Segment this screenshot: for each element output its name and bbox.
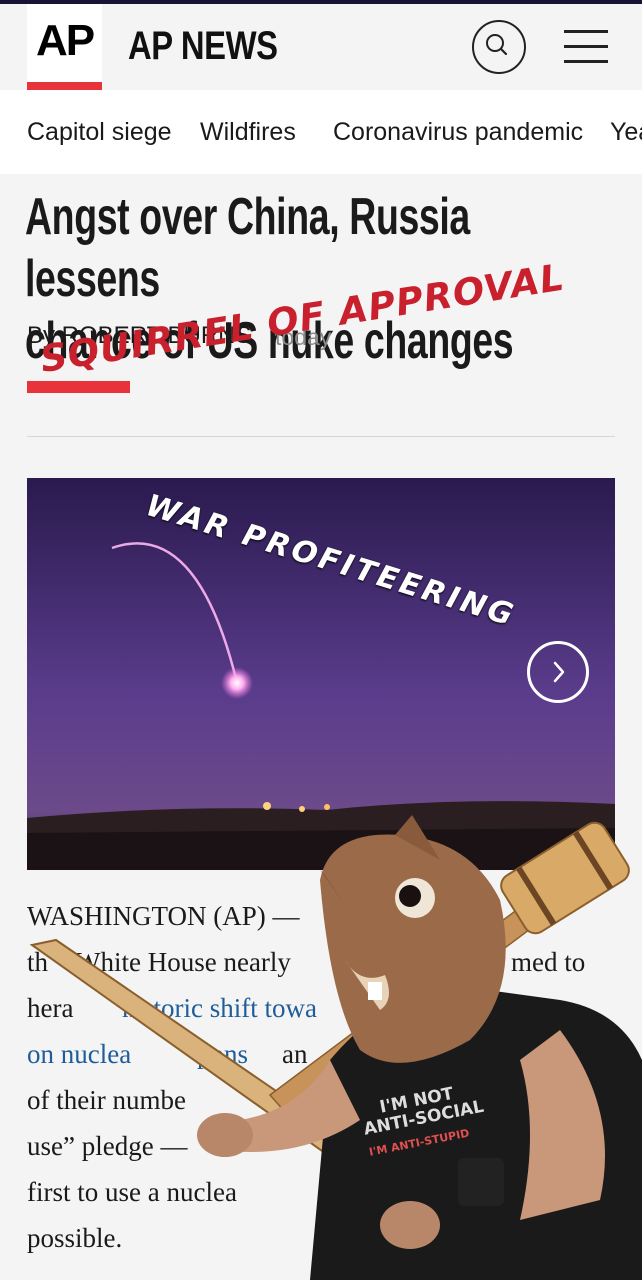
divider xyxy=(27,436,615,437)
accent-bar xyxy=(27,381,130,393)
search-button[interactable] xyxy=(472,20,526,74)
body-text: use” pledge — xyxy=(27,1131,188,1161)
ap-logo[interactable]: AP xyxy=(27,4,102,90)
body-text: first to use a nuclea xyxy=(27,1177,237,1207)
gallery-next-button[interactable] xyxy=(527,641,589,703)
menu-icon-bar xyxy=(564,30,608,33)
nav-item-partial[interactable]: Yea xyxy=(610,118,642,147)
chevron-right-icon xyxy=(553,661,565,683)
ap-logo-text: AP xyxy=(35,16,95,65)
body-text: th xyxy=(27,947,49,977)
article-link[interactable]: historic shift towa xyxy=(122,985,317,1031)
menu-icon-bar xyxy=(564,45,608,48)
nav-item-capitol-siege[interactable]: Capitol siege xyxy=(27,118,172,147)
hamburger-menu-button[interactable] xyxy=(564,28,608,64)
body-line: th White House nearly med to xyxy=(27,939,585,985)
body-text: an xyxy=(282,1039,308,1069)
nav-item-coronavirus[interactable]: Coronavirus pandemic xyxy=(333,118,583,147)
body-line: of their numbe en a xyxy=(27,1077,303,1123)
body-text: en a xyxy=(259,1085,304,1115)
logo-red-underline xyxy=(27,82,102,90)
body-text: possible. xyxy=(27,1223,123,1253)
menu-icon-bar xyxy=(564,60,608,63)
body-line: hera historic shift towa xyxy=(27,985,317,1031)
body-line: possible. xyxy=(27,1215,122,1261)
body-line: first to use a nuclea xyxy=(27,1169,237,1215)
article-link[interactable]: on nuclea xyxy=(27,1039,131,1069)
topic-nav: Capitol siege Wildfires Coronavirus pand… xyxy=(0,90,642,174)
body-line: on nuclea pons an xyxy=(27,1031,307,1077)
body-text: ’s ar xyxy=(457,901,503,931)
nav-item-wildfires[interactable]: Wildfires xyxy=(200,118,296,147)
body-line: WASHINGTON (AP) — ’s ar xyxy=(27,893,503,939)
body-text: White House nearly xyxy=(75,947,291,977)
brand-name[interactable]: AP NEWS xyxy=(128,24,278,69)
body-text: of their numbe xyxy=(27,1085,186,1115)
search-icon xyxy=(486,34,508,56)
article-link[interactable]: pons xyxy=(197,1031,248,1077)
body-text: med to xyxy=(511,947,586,977)
body-text: WASHINGTON (AP) — xyxy=(27,901,300,931)
body-line: use” pledge — xyxy=(27,1123,187,1169)
body-text: hera xyxy=(27,993,74,1023)
site-header: AP AP NEWS xyxy=(0,4,642,90)
